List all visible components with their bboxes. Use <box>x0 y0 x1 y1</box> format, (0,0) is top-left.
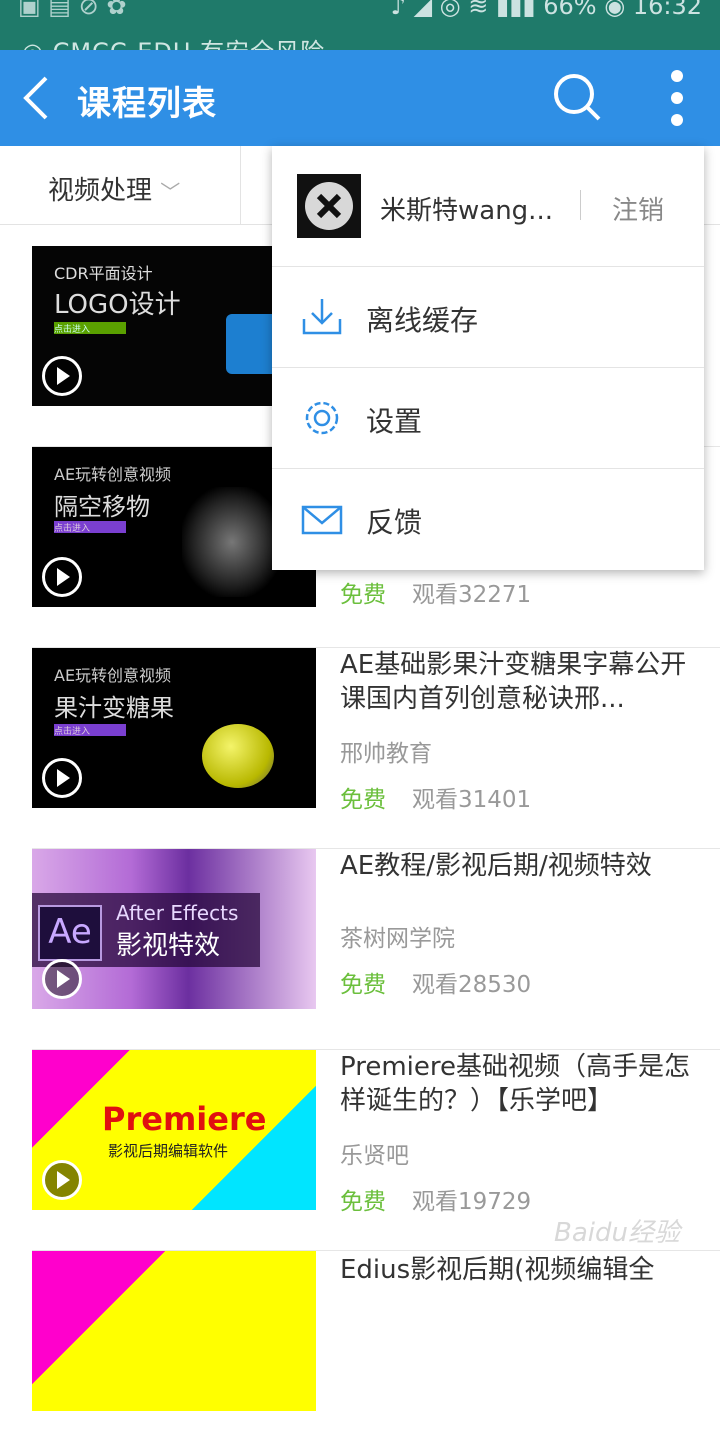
play-icon[interactable] <box>42 1160 82 1200</box>
baidu-watermark: Baidu经验 <box>554 1218 680 1248</box>
logout-button[interactable]: 注销 <box>612 190 664 227</box>
play-icon[interactable] <box>42 959 82 999</box>
play-icon[interactable] <box>42 557 82 597</box>
play-icon[interactable] <box>42 356 82 396</box>
thumb-headline: 隔空移物 <box>54 493 150 521</box>
course-views: 观看28530 <box>412 972 532 998</box>
status-icons-right: ♪ ◢ ◎ ≋ ▮▮▮ 66% ◉ 16:32 <box>391 0 702 20</box>
course-title[interactable]: Premiere基础视频（高手是怎样诞生的？）【乐学吧】 <box>340 1050 700 1118</box>
mail-icon <box>301 505 343 535</box>
course-title[interactable]: AE教程/影视后期/视频特效 <box>340 849 700 883</box>
thumb-headline: Premiere <box>102 1100 267 1138</box>
wifi-warning-icon: ◎ <box>22 38 44 50</box>
thumb-cta: 点击进入 <box>54 521 126 534</box>
category-dropdown[interactable]: 视频处理 ﹀ <box>48 170 180 207</box>
thumb-figure <box>182 487 282 597</box>
course-price: 免费 <box>340 582 386 608</box>
battery-icon: ◉ <box>604 0 626 20</box>
notification-text: CMCC-EDU 有安全风险 <box>53 38 325 50</box>
course-thumbnail: Ae After Effects 影视特效 <box>32 849 316 1009</box>
thumb-apple <box>202 724 274 788</box>
thumb-caption: 影视后期编辑软件 <box>108 1142 229 1160</box>
page-title: 课程列表 <box>77 84 217 124</box>
course-org: 邢帅教育 <box>340 741 432 767</box>
course-price: 免费 <box>340 1189 386 1215</box>
thumb-caption: AE玩转创意视频 <box>54 465 172 484</box>
course-thumbnail <box>32 1251 316 1411</box>
menu-item-offline-cache[interactable]: 离线缓存 <box>272 267 704 368</box>
divider <box>240 146 241 224</box>
thumb-caption: CDR平面设计 <box>54 264 153 283</box>
menu-item-settings[interactable]: 设置 <box>272 368 704 469</box>
gear-icon <box>305 401 339 435</box>
thumb-headline: 影视特效 <box>116 931 221 961</box>
course-item[interactable]: AE玩转创意视频 果汁变糖果 点击进入 AE基础影果汁变糖果字幕公开课国内首列创… <box>32 648 720 849</box>
course-views: 观看31401 <box>412 787 532 813</box>
thumb-caption: After Effects <box>116 901 239 925</box>
thumb-cta: 点击进入 <box>54 724 126 737</box>
course-views: 观看19729 <box>412 1189 532 1215</box>
course-thumbnail: AE玩转创意视频 果汁变糖果 点击进入 <box>32 648 316 808</box>
course-item[interactable]: Ae After Effects 影视特效 AE教程/影视后期/视频特效 茶树网… <box>32 849 720 1050</box>
menu-item-feedback[interactable]: 反馈 <box>272 469 704 569</box>
status-bar: ▣ ▤ ⊘ ✿ ♪ ◢ ◎ ≋ ▮▮▮ 66% ◉ 16:32 ◎ CMCC-E… <box>0 0 720 50</box>
app-bar: 课程列表 <box>0 50 720 146</box>
course-org: 乐贤吧 <box>340 1143 409 1169</box>
ae-logo: Ae <box>38 905 102 961</box>
back-arrow-icon[interactable] <box>18 72 58 124</box>
category-label: 视频处理 <box>48 176 153 206</box>
wifi-warning-notification[interactable]: ◎ CMCC-EDU 有安全风险 <box>22 32 325 50</box>
menu-item-label: 反馈 <box>366 506 423 539</box>
thumb-headline: 果汁变糖果 <box>54 694 174 722</box>
thumb-caption: AE玩转创意视频 <box>54 666 172 685</box>
overflow-menu: 米斯特wang... 注销 离线缓存 设置 反馈 <box>272 146 704 570</box>
course-price: 免费 <box>340 972 386 998</box>
menu-item-label: 离线缓存 <box>366 304 479 337</box>
status-icons-left: ▣ ▤ ⊘ ✿ <box>18 0 127 20</box>
course-item[interactable]: Edius影视后期(视频编辑全 <box>32 1251 720 1451</box>
avatar[interactable] <box>297 174 361 238</box>
course-org: 茶树网学院 <box>340 926 455 952</box>
course-title[interactable]: AE基础影果汁变糖果字幕公开课国内首列创意秘诀邢... <box>340 648 700 716</box>
course-title[interactable]: Edius影视后期(视频编辑全 <box>340 1253 700 1287</box>
play-icon[interactable] <box>42 758 82 798</box>
course-thumbnail: Premiere 影视后期编辑软件 <box>32 1050 316 1210</box>
thumb-cta: 点击进入 <box>54 322 126 335</box>
thumb-headline: LOGO设计 <box>54 290 181 320</box>
course-price: 免费 <box>340 787 386 813</box>
chevron-down-icon: ﹀ <box>160 180 181 204</box>
close-icon <box>305 182 353 230</box>
divider <box>580 190 581 220</box>
search-icon[interactable] <box>552 72 602 122</box>
battery-text: 66% <box>543 0 597 20</box>
clock: 16:32 <box>632 0 702 20</box>
more-vert-icon[interactable] <box>664 68 690 128</box>
user-name: 米斯特wang... <box>380 196 553 226</box>
course-views: 观看32271 <box>412 582 532 608</box>
signal-icon: ♪ ◢ ◎ ≋ ▮▮▮ <box>390 0 536 20</box>
user-row: 米斯特wang... 注销 <box>272 146 704 267</box>
menu-item-label: 设置 <box>366 405 423 438</box>
download-icon <box>302 299 342 335</box>
